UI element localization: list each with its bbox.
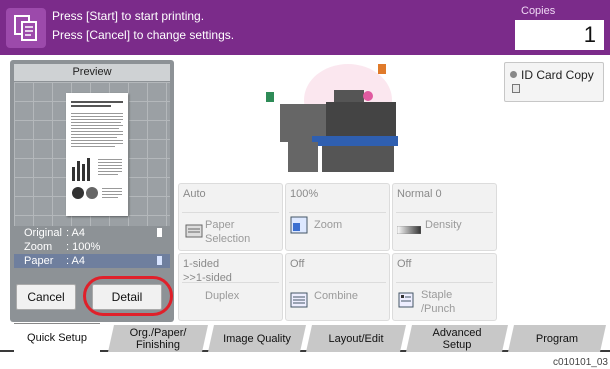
cancel-button[interactable]: Cancel bbox=[16, 284, 76, 310]
copies-value[interactable]: 1 bbox=[515, 20, 604, 50]
staple-icon bbox=[397, 291, 415, 309]
zoom-tile[interactable]: 100% Zoom bbox=[285, 183, 390, 251]
id-card-icon bbox=[512, 84, 520, 93]
tile-divider bbox=[396, 212, 493, 213]
tab-advanced-line2: Setup bbox=[442, 338, 472, 351]
tab-org-paper-finishing[interactable]: Org./Paper/Finishing bbox=[108, 325, 208, 352]
paper-selection-value: Auto bbox=[183, 188, 206, 200]
zoom-info-value: : 100% bbox=[66, 241, 101, 253]
zoom-value: 100% bbox=[290, 188, 319, 200]
status-message: Press [Start] to start printing. Press [… bbox=[52, 7, 234, 45]
duplex-value-line1: 1-sided bbox=[183, 258, 220, 270]
staple-punch-value: Off bbox=[397, 258, 412, 270]
status-message-line1: Press [Start] to start printing. bbox=[52, 9, 205, 23]
original-size-info: Original : A4 bbox=[14, 226, 170, 240]
detail-highlight-circle bbox=[83, 276, 173, 316]
figure-code: c010101_03 bbox=[552, 357, 608, 368]
staple-punch-label-line1: Staple bbox=[421, 289, 453, 301]
id-card-radio-icon bbox=[510, 71, 517, 78]
paper-size-info: Paper : A4 bbox=[14, 254, 170, 268]
tile-divider bbox=[289, 212, 386, 213]
tab-program[interactable]: Program bbox=[508, 325, 606, 352]
tab-advanced-line1: Advanced bbox=[432, 326, 482, 339]
id-card-copy-button[interactable]: ID Card Copy bbox=[504, 62, 604, 102]
zoom-info: Zoom : 100% bbox=[14, 240, 170, 254]
zoom-label: Zoom bbox=[24, 241, 53, 253]
staple-punch-label: Staple /Punch bbox=[421, 288, 455, 316]
tab-org-line2: Finishing bbox=[135, 338, 180, 351]
preview-page-thumbnail bbox=[66, 93, 128, 216]
staple-punch-tile[interactable]: Off Staple /Punch bbox=[392, 253, 497, 321]
original-label: Original bbox=[24, 227, 62, 239]
paper-orientation-icon bbox=[157, 256, 162, 265]
density-label: Density bbox=[425, 219, 462, 231]
tab-org-paper-finishing-label: Org./Paper/Finishing bbox=[130, 327, 187, 351]
density-gradient-icon bbox=[396, 221, 422, 235]
tab-org-line1: Org./Paper/ bbox=[129, 326, 187, 339]
status-header: Press [Start] to start printing. Press [… bbox=[0, 0, 610, 55]
printer-illustration bbox=[262, 60, 422, 180]
duplex-tile[interactable]: 1-sided >>1-sided Duplex bbox=[178, 253, 283, 321]
original-value: : A4 bbox=[66, 227, 85, 239]
zoom-icon bbox=[290, 216, 308, 234]
tab-quick-setup[interactable]: Quick Setup bbox=[14, 323, 100, 352]
duplex-label: Duplex bbox=[205, 290, 240, 302]
paper-selection-label-line1: Paper bbox=[205, 219, 235, 231]
tile-divider bbox=[182, 282, 279, 283]
combine-label: Combine bbox=[314, 290, 359, 302]
staple-punch-label-line2: /Punch bbox=[421, 303, 456, 315]
tab-layout-edit[interactable]: Layout/Edit bbox=[306, 325, 406, 352]
copies-field[interactable]: Copies 1 bbox=[513, 4, 606, 50]
combine-tile[interactable]: Off Combine bbox=[285, 253, 390, 321]
tab-advanced-setup[interactable]: Advanced Setup bbox=[406, 325, 508, 352]
combine-value: Off bbox=[290, 258, 305, 270]
duplex-value: 1-sided >>1-sided bbox=[183, 257, 232, 285]
copy-job-icon bbox=[6, 8, 46, 48]
status-message-line2: Press [Cancel] to change settings. bbox=[52, 28, 235, 42]
paper-info-value: : A4 bbox=[66, 255, 85, 267]
paper-selection-label: Paper Selection bbox=[205, 218, 250, 246]
paper-selection-tile[interactable]: Auto Paper Selection bbox=[178, 183, 283, 251]
paper-label: Paper bbox=[24, 255, 54, 267]
paper-tray-icon bbox=[185, 222, 203, 240]
density-tile[interactable]: Normal 0 Density bbox=[392, 183, 497, 251]
preview-title: Preview bbox=[14, 64, 170, 81]
paper-selection-label-line2: Selection bbox=[205, 233, 251, 245]
zoom-label: Zoom bbox=[314, 219, 343, 231]
tile-divider bbox=[289, 282, 386, 283]
combine-icon bbox=[290, 291, 308, 309]
original-orientation-icon bbox=[157, 228, 162, 237]
copies-label: Copies bbox=[521, 5, 556, 17]
tile-divider bbox=[182, 212, 279, 213]
tab-advanced-setup-label: Advanced Setup bbox=[433, 327, 482, 351]
density-value: Normal 0 bbox=[397, 188, 442, 200]
tile-divider bbox=[396, 282, 493, 283]
id-card-copy-label: ID Card Copy bbox=[521, 68, 594, 82]
tab-image-quality[interactable]: Image Quality bbox=[208, 325, 306, 352]
